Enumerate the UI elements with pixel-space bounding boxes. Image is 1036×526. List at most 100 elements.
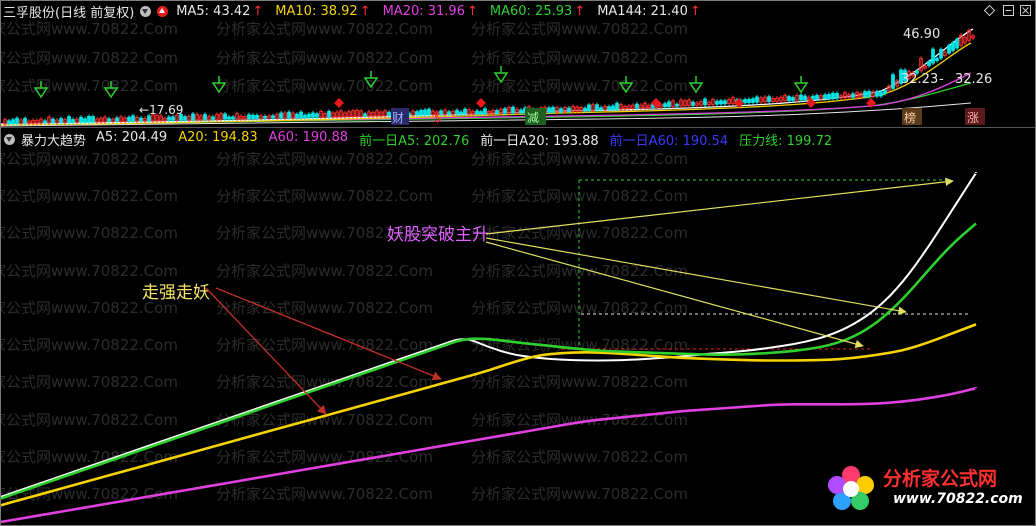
candle-body [11,119,15,125]
candle-body [723,100,727,105]
watermark-text: 分析家公式网www.70822.Com [216,336,433,354]
watermark-text: 分析家公式网www.70822.Com [216,373,433,391]
candle-body [15,117,19,125]
up-arrow-icon: ↑ [252,3,264,19]
candle-body [43,120,47,124]
candle-body [791,97,795,101]
watermark-text: 分析家公式网www.70822.Com [1,336,178,354]
candle-body [547,107,551,113]
event-markers: 财 $ 减 榜 涨 [391,108,985,125]
watermark-text: 分析家公式网www.70822.Com [471,21,688,38]
price-panel[interactable]: 分析家公式网www.70822.Com 分析家公式网www.70822.Com 分析… [1,21,1035,129]
candle-body [483,108,487,115]
up-arrow-icon: ↑ [359,3,371,19]
ma-legend-item: MA10: 38.92 ↑ [275,3,371,19]
candle-body [183,116,187,121]
candle-body [883,89,887,94]
dropdown-icon[interactable] [140,5,152,17]
candle-body [503,108,507,114]
candle-body [427,108,431,116]
candle-body [419,109,423,116]
watermark-text: 分析家公式网www.70822.Com [216,485,433,503]
candle-body [755,96,759,103]
candle-body [307,113,311,118]
candle-body [387,111,391,117]
candle-body [171,116,175,121]
up-arrow-icon: ↑ [574,3,586,19]
candle-body [751,98,755,103]
candle-body [947,44,951,54]
indicator-legend: A5: 204.49 A20: 194.83 A60: 190.88 前一日A5: 2… [96,130,843,149]
ma-legend-item: MA5: 43.42 ↑ [176,3,264,19]
candle-body [863,91,867,98]
candle-body [799,94,803,101]
indicator-legend-item: A5: 204.49 [96,129,168,145]
flower-logo-icon [828,466,874,510]
chart-window: 三孚股份(日线 前复权) MA5: 43.42 ↑ MA10: 38.92 ↑ MA20… [0,0,1036,526]
candle-body [455,109,459,115]
watermark-text: 分析家公式网www.70822.Com [216,150,433,168]
watermark-text: 分析家公式网www.70822.Com [471,77,688,95]
up-arrow-icon[interactable] [157,5,169,17]
candle-body [599,107,603,111]
candle-body [475,110,479,115]
candle-body [567,107,571,112]
watermark-text: 分析家公式网www.70822.Com [471,448,688,466]
candle-body [115,117,119,122]
candle-body [495,110,499,114]
candle-body [607,106,611,111]
minimize-icon[interactable] [1003,5,1014,16]
logo-block: 分析家公式网 www.70822.com [823,461,1028,517]
watermark-text: 分析家公式网www.70822.Com [216,77,433,95]
candle-body [303,114,307,118]
candle-body [251,114,255,120]
candle-body [107,118,111,123]
watermark-text: 分析家公式网www.70822.Com [1,224,178,242]
candle-body [511,106,515,114]
candle-body [939,48,943,59]
candle-body [935,57,939,62]
candle-body [587,104,591,111]
indicator-legend-item: A60: 190.88 [268,129,349,145]
ma-legend: MA5: 43.42 ↑ MA10: 38.92 ↑ MA20: 31.96 ↑ MA60:… [176,4,712,19]
candle-body [23,117,27,124]
candle-body [815,94,819,100]
watermark-text: 分析家公式网www.70822.Com [471,224,688,242]
candle-body [875,91,879,97]
price-mid-label: 32.23 [901,72,938,87]
candle-body [951,42,955,51]
candle-body [803,95,807,101]
watermark-text: 分析家公式网www.70822.Com [216,21,433,38]
candle-body [315,113,319,118]
settings-icon[interactable] [984,5,995,16]
indicator-title[interactable]: 暴力大趋势 [21,130,86,149]
candle-body [931,48,935,64]
candle-body [223,113,227,120]
ma-legend-item: MA20: 31.96 ↑ [382,3,478,19]
bottom-panel-header: 暴力大趋势 A5: 204.49 A20: 194.83 A60: 190.88 前一… [3,129,843,149]
panel-divider [1,127,1035,128]
indicator-legend-item: 压力线: 199.72 [739,133,833,149]
stock-title[interactable]: 三孚股份(日线 前复权) [3,2,134,21]
close-icon[interactable] [1020,5,1031,16]
candle-body [595,104,599,111]
candle-body [747,98,751,103]
logo-name: 分析家公式网 [883,468,998,490]
marker-zhang: 涨 [967,110,979,125]
up-arrow-icon: ↑ [689,3,701,19]
watermark-text: 分析家公式网www.70822.Com [216,262,433,280]
candle-body [615,102,619,110]
candle-body [87,116,91,123]
candle-body [191,113,195,121]
indicator-dropdown-icon[interactable] [4,133,15,145]
candle-body [743,99,747,104]
green-down-arrow-icon [793,82,809,94]
watermark-text: 分析家公式网www.70822.Com [1,49,178,67]
candle-body [955,38,959,49]
watermark-text: 分析家公式网www.70822.Com [471,373,688,391]
candle-body [231,116,235,120]
red-diamond-icon [334,98,344,108]
candle-body [551,106,555,113]
candle-body [851,93,855,98]
candle-body [247,114,251,120]
